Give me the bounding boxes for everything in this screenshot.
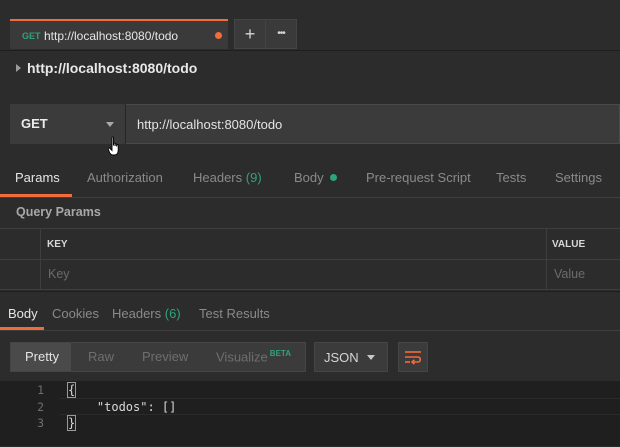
request-title: http://localhost:8080/todo bbox=[27, 60, 198, 76]
line-number: 3 bbox=[37, 416, 44, 430]
wrap-lines-icon bbox=[405, 351, 422, 365]
format-visualize-button[interactable]: Visualize BETA bbox=[216, 349, 291, 364]
divider bbox=[0, 330, 620, 331]
line-number: 1 bbox=[37, 383, 44, 397]
tab-tests[interactable]: Tests bbox=[496, 170, 526, 185]
headers-count: (9) bbox=[245, 170, 262, 185]
breadcrumb: http://localhost:8080/todo bbox=[16, 60, 197, 76]
response-tab-body[interactable]: Body bbox=[8, 306, 38, 321]
unsaved-dot-icon bbox=[215, 32, 222, 39]
tab-authorization[interactable]: Authorization bbox=[87, 170, 163, 185]
beta-badge: BETA bbox=[269, 349, 291, 358]
format-preview-button[interactable]: Preview bbox=[142, 349, 188, 364]
line-number: 2 bbox=[37, 400, 44, 414]
body-indicator-dot-icon bbox=[329, 174, 337, 182]
response-tab-headers[interactable]: Headers (6) bbox=[112, 306, 181, 321]
tab-settings[interactable]: Settings bbox=[555, 170, 602, 185]
format-raw-button[interactable]: Raw bbox=[88, 349, 114, 364]
column-header-key: KEY bbox=[47, 239, 68, 250]
column-divider bbox=[546, 228, 547, 290]
chevron-down-icon bbox=[367, 355, 375, 360]
tab-headers[interactable]: Headers (9) bbox=[193, 170, 262, 185]
language-dropdown[interactable]: JSON bbox=[314, 342, 388, 372]
column-divider bbox=[40, 228, 41, 290]
column-header-value: VALUE bbox=[552, 239, 586, 250]
method-label: GET bbox=[21, 116, 48, 131]
visualize-label: Visualize bbox=[216, 349, 268, 365]
format-pretty-button[interactable]: Pretty bbox=[25, 349, 59, 364]
tab-url: http://localhost:8080/todo bbox=[44, 29, 179, 43]
code-line: } bbox=[66, 415, 77, 431]
expand-triangle-icon[interactable] bbox=[16, 64, 21, 73]
tab-headers-label: Headers bbox=[193, 170, 243, 185]
language-label: JSON bbox=[324, 350, 359, 365]
code-line: { bbox=[66, 382, 77, 398]
response-tab-test-results[interactable]: Test Results bbox=[199, 306, 270, 321]
new-tab-button[interactable]: + bbox=[234, 19, 266, 49]
param-key-input[interactable]: Key bbox=[48, 267, 70, 281]
divider bbox=[0, 197, 620, 198]
tab-body-label: Body bbox=[294, 170, 324, 185]
response-headers-label: Headers bbox=[112, 306, 162, 321]
chevron-down-icon bbox=[106, 122, 114, 127]
request-tab[interactable]: GET http://localhost:8080/todo bbox=[10, 19, 228, 49]
param-value-input[interactable]: Value bbox=[554, 267, 585, 281]
response-tab-cookies[interactable]: Cookies bbox=[52, 306, 99, 321]
tab-body[interactable]: Body bbox=[294, 170, 337, 185]
code-line: "todos": [] bbox=[68, 400, 177, 414]
query-params-title: Query Params bbox=[16, 205, 101, 219]
response-headers-count: (6) bbox=[164, 306, 181, 321]
tab-params[interactable]: Params bbox=[15, 170, 60, 185]
wrap-lines-button[interactable] bbox=[398, 342, 428, 372]
tab-pre-request-script[interactable]: Pre-request Script bbox=[366, 170, 471, 185]
table-row-divider bbox=[0, 259, 620, 260]
more-tabs-button[interactable]: ••• bbox=[265, 19, 297, 49]
hand-cursor-icon bbox=[108, 136, 119, 156]
url-input[interactable]: http://localhost:8080/todo bbox=[137, 117, 282, 132]
tab-method: GET bbox=[22, 31, 41, 41]
